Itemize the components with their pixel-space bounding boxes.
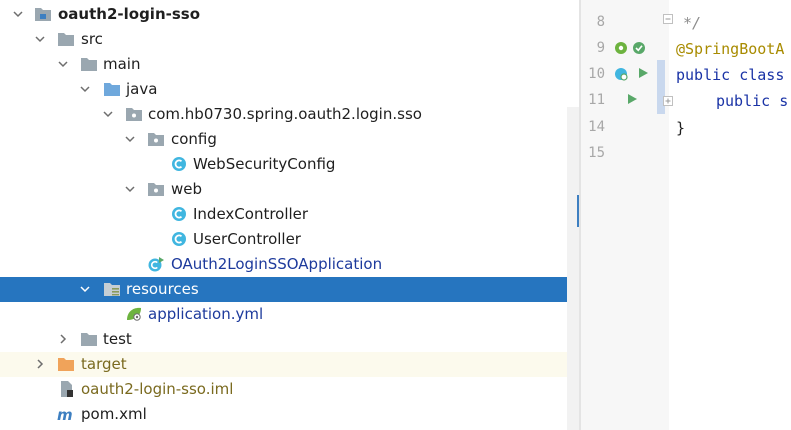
folder-icon [81,333,97,346]
code-editor[interactable]: 8 9 10 11 14 15 */ @SpringBootA public c… [581,0,791,430]
resources-folder-icon [104,283,120,296]
module-folder-icon [35,8,51,21]
spring-config-icon[interactable] [631,40,647,56]
chevron-down-icon[interactable] [35,34,45,44]
folder-icon [81,58,97,71]
chevron-right-icon[interactable] [35,359,45,369]
code-line-14: } [676,119,686,137]
tree-row-application-yml[interactable]: application.yml [0,302,579,327]
line-number: 9 [596,40,605,56]
tree-label: OAuth2LoginSSOApplication [171,255,383,273]
chevron-down-icon[interactable] [125,184,135,194]
tree-label: web [171,180,203,198]
tree-label: target [81,355,127,373]
tree-row-web[interactable]: web [0,177,579,202]
tree-row-java[interactable]: java [0,77,579,102]
package-icon [148,133,164,146]
tree-row-src[interactable]: src [0,27,579,52]
chevron-down-icon[interactable] [80,84,90,94]
fold-icon[interactable] [663,14,673,24]
tree-row-target[interactable]: target [0,352,579,377]
keyword: s [770,92,789,110]
tree-row-websecurityconfig[interactable]: WebSecurityConfig [0,152,579,177]
tree-row-indexcontroller[interactable]: IndexController [0,202,579,227]
keyword: public [716,92,771,110]
iml-file-icon [61,381,73,397]
code-line-9: @SpringBootA [676,40,785,58]
tree-label: oauth2-login-sso [58,5,201,23]
code-line-11: public s [716,92,788,110]
tree-row-pom[interactable]: m pom.xml [0,402,579,427]
chevron-down-icon[interactable] [80,284,90,294]
tree-label: src [81,30,103,48]
tree-row-usercontroller[interactable]: UserController [0,227,579,252]
code-line-8: */ [683,14,702,32]
tree-row-package[interactable]: com.hb0730.spring.oauth2.login.sso [0,102,579,127]
tree-row-main[interactable]: main [0,52,579,77]
tree-label: UserController [193,230,301,248]
tree-row-test[interactable]: test [0,327,579,352]
run-icon[interactable] [636,66,650,80]
line-number: 14 [588,119,605,135]
tree-row-project-root[interactable]: oauth2-login-sso [0,2,579,27]
tree-row-application-class[interactable]: OAuth2LoginSSOApplication [0,252,579,277]
class-icon [172,232,186,246]
tree-label: java [126,80,158,98]
spring-boot-class-icon [148,257,164,272]
fold-icon[interactable] [663,96,673,106]
chevron-down-icon[interactable] [125,134,135,144]
class-icon [172,207,186,221]
tree-label: oauth2-login-sso.iml [81,380,234,398]
line-number: 11 [588,92,605,108]
code-line-10: public class [676,66,784,84]
svg-text:m: m [57,406,73,422]
run-icon[interactable] [625,92,639,106]
tree-label: config [171,130,217,148]
tree-label: com.hb0730.spring.oauth2.login.sso [148,105,422,123]
source-folder-icon [104,83,120,96]
chevron-down-icon[interactable] [103,109,113,119]
tree-row-iml[interactable]: oauth2-login-sso.iml [0,377,579,402]
tree-label: pom.xml [81,405,147,423]
tree-label: resources [126,280,199,298]
line-number: 15 [588,145,605,161]
tree-row-config[interactable]: config [0,127,579,152]
keyword: class [730,66,785,84]
folder-icon [58,33,74,46]
tree-label: application.yml [148,305,264,323]
package-icon [126,108,142,121]
tree-label: IndexController [193,205,309,223]
line-number: 10 [588,66,605,82]
maven-icon: m [57,406,73,422]
tree-scrollbar-track[interactable] [567,107,579,430]
bean-icon[interactable] [613,40,629,56]
tree-label: main [103,55,141,73]
chevron-right-icon[interactable] [58,334,68,344]
chevron-down-icon[interactable] [58,59,68,69]
project-tree[interactable]: oauth2-login-sso src main java com.hb073… [0,0,579,430]
line-number: 8 [596,14,605,30]
tree-row-resources[interactable]: resources [0,277,579,302]
chevron-down-icon[interactable] [13,9,23,19]
tree-label: WebSecurityConfig [193,155,336,173]
keyword: public [676,66,731,84]
package-icon [148,183,164,196]
excluded-folder-icon [58,358,74,371]
spring-boot-app-icon[interactable] [613,66,629,82]
tree-label: test [103,330,132,348]
spring-yml-icon [127,307,141,321]
class-icon [172,157,186,171]
